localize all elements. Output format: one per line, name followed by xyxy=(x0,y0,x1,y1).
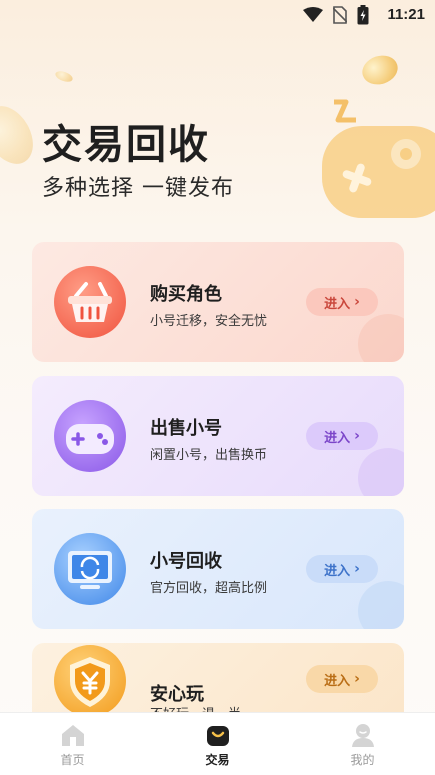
enter-button[interactable]: 进入 › xyxy=(306,422,378,450)
page-title: 交易回收 xyxy=(42,122,210,168)
card-description: 小号迁移，安全无忧 xyxy=(150,314,268,329)
card-sell-account[interactable]: 出售小号 闲置小号，出售换币 进入 › xyxy=(32,376,404,496)
nav-item-home[interactable]: 首页 xyxy=(0,713,145,775)
user-icon xyxy=(349,721,377,749)
chevron-right-icon: › xyxy=(354,294,360,310)
battery-icon xyxy=(357,5,369,25)
page-subtitle: 多种选择 一键发布 xyxy=(42,176,234,201)
status-bar: 11:21 xyxy=(0,0,435,30)
card-corner-decoration xyxy=(358,448,404,496)
bag-icon xyxy=(204,721,232,749)
nav-label: 交易 xyxy=(205,752,230,767)
enter-button[interactable]: 进入 › xyxy=(306,665,378,693)
card-description: 闲置小号，出售换币 xyxy=(150,448,268,463)
nav-item-mine[interactable]: 我的 xyxy=(290,713,435,775)
card-recycle-account[interactable]: 小号回收 官方回收，超高比例 进入 › xyxy=(32,509,404,629)
nav-label: 首页 xyxy=(60,752,85,767)
status-time: 11:21 xyxy=(387,6,425,23)
status-icons xyxy=(303,5,369,25)
card-title: 小号回收 xyxy=(150,551,222,572)
chevron-right-icon: › xyxy=(354,561,360,577)
nav-item-trade[interactable]: 交易 xyxy=(145,713,290,775)
card-title: 购买角色 xyxy=(150,284,222,305)
enter-button[interactable]: 进入 › xyxy=(306,288,378,316)
home-icon xyxy=(59,721,87,749)
enter-button-label: 进入 xyxy=(324,430,351,446)
enter-button-label: 进入 xyxy=(324,673,351,689)
enter-button[interactable]: 进入 › xyxy=(306,555,378,583)
gamepad-icon xyxy=(54,400,126,472)
bottom-navigation: 首页 交易 我的 xyxy=(0,712,435,775)
card-corner-decoration xyxy=(358,581,404,629)
wifi-icon xyxy=(303,7,323,22)
chevron-right-icon: › xyxy=(354,428,360,444)
nav-label: 我的 xyxy=(350,752,375,767)
card-description: 官方回收，超高比例 xyxy=(150,581,268,596)
basket-icon xyxy=(54,266,126,338)
chevron-right-icon: › xyxy=(354,671,360,687)
enter-button-label: 进入 xyxy=(324,563,351,579)
monitor-recycle-icon xyxy=(54,533,126,605)
card-buy-role[interactable]: 购买角色 小号迁移，安全无忧 进入 › xyxy=(32,242,404,362)
shield-yuan-icon xyxy=(54,645,126,717)
enter-button-label: 进入 xyxy=(324,296,351,312)
card-title: 出售小号 xyxy=(150,418,222,439)
gamepad-decoration-icon xyxy=(322,99,435,218)
no-sim-icon xyxy=(333,6,347,24)
card-corner-decoration xyxy=(358,314,404,362)
